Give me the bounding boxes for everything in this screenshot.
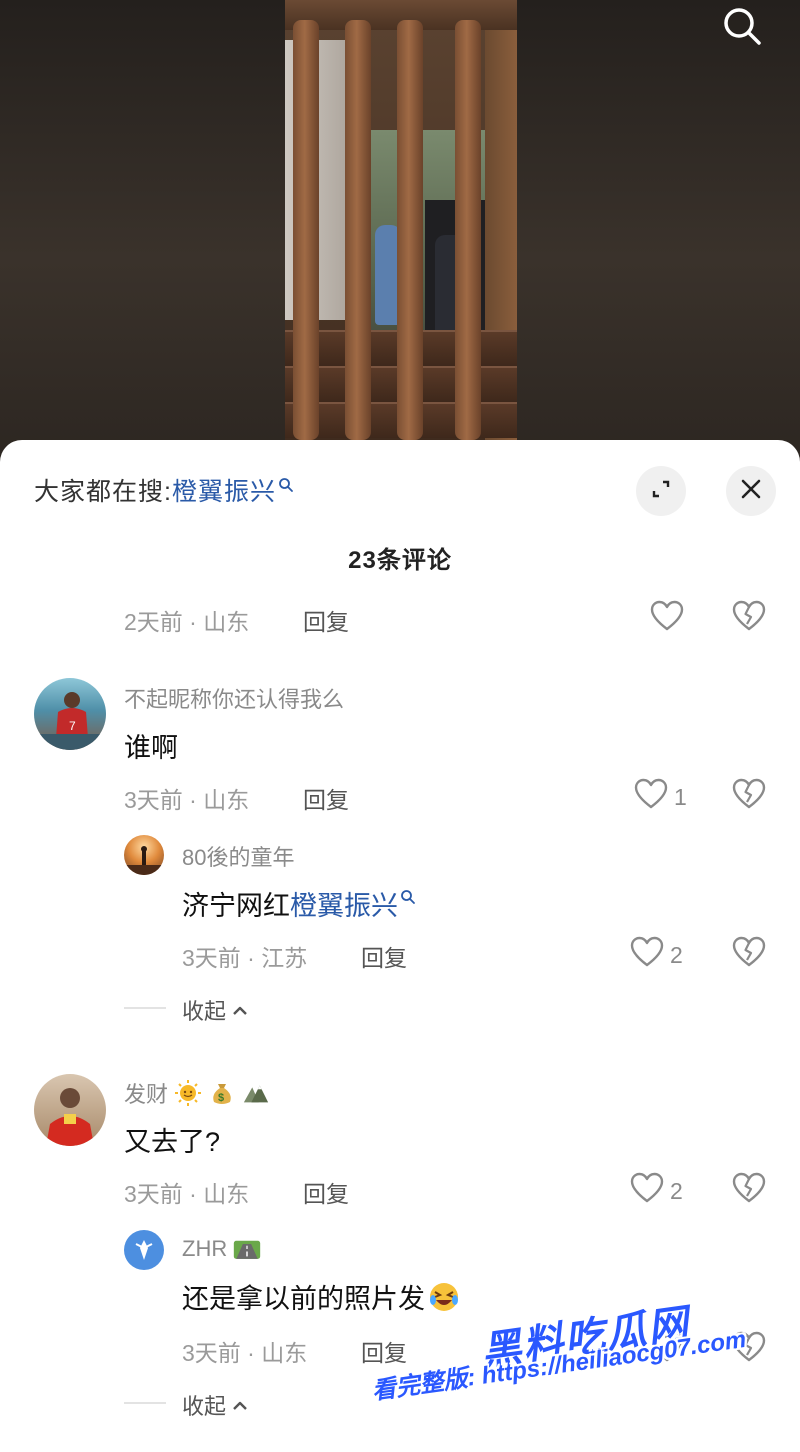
avatar[interactable]: 7 (34, 678, 106, 750)
comment-count-title: 23条评论 (348, 547, 452, 574)
expand-button[interactable] (636, 466, 686, 516)
svg-text:$: $ (218, 1092, 224, 1104)
like-button[interactable]: 2 (630, 1172, 683, 1210)
comment-item: 2天前 · 山东 回复 (0, 600, 800, 640)
mountain-emoji-icon (242, 1079, 270, 1107)
trending-search-prefix: 大家都在搜: (34, 478, 172, 506)
road-emoji-icon (233, 1235, 261, 1263)
comment-meta: 2天前 · 山东 (124, 609, 250, 635)
broken-heart-icon (732, 1172, 766, 1208)
reply-button[interactable]: 回复 (303, 1175, 349, 1209)
collapse-label: 收起 (182, 1394, 227, 1419)
rolling-laughing-emoji-icon (427, 1280, 461, 1314)
comment-text: 谁啊 (124, 733, 178, 763)
chevron-up-icon (232, 1392, 248, 1418)
reply-meta: 3天前 · 山东 (182, 1340, 308, 1366)
comment-username[interactable]: 发财 $ (124, 1077, 270, 1109)
close-button[interactable] (726, 466, 776, 516)
reply-username-text: ZHR (182, 1236, 228, 1261)
comment-meta: 3天前 · 山东 (124, 1181, 250, 1207)
reply-button[interactable]: 回复 (361, 939, 407, 973)
reply-username[interactable]: 80後的童年 (182, 840, 294, 872)
reply-text: 还是拿以前的照片发 (182, 1277, 461, 1316)
comment-sheet-header: 大家都在搜: 橙翼振兴 (0, 440, 800, 540)
reply-username[interactable]: ZHR (182, 1235, 261, 1263)
avatar[interactable] (124, 835, 164, 875)
svg-text:7: 7 (69, 719, 76, 733)
heart-icon (634, 778, 668, 816)
like-count: 2 (670, 1177, 683, 1204)
video-baluster (345, 20, 371, 440)
video-frame (285, 0, 517, 440)
video-player[interactable] (0, 0, 800, 470)
video-baluster (293, 20, 319, 440)
reply-text-content: 还是拿以前的照片发 (182, 1284, 425, 1314)
avatar[interactable] (124, 1230, 164, 1270)
reply-text: 济宁网红 橙翼振兴 (182, 884, 416, 923)
broken-heart-icon (732, 778, 766, 814)
heart-icon (650, 600, 684, 638)
heart-icon (630, 1172, 664, 1210)
comment-item: 7 不起昵称你还认得我么 谁啊 3天前 · 山东 回复 1 80後的童年 济宁网… (0, 670, 800, 1030)
video-baluster (397, 20, 423, 440)
like-button[interactable]: 1 (634, 778, 687, 816)
reply-button[interactable]: 回复 (303, 781, 349, 815)
heart-icon (630, 936, 664, 974)
search-icon[interactable] (720, 4, 764, 48)
comment-username-text: 发财 (124, 1082, 169, 1107)
reply-button[interactable]: 回复 (303, 603, 349, 637)
reply-text-link[interactable]: 橙翼振兴 (290, 884, 398, 923)
small-search-icon (400, 881, 416, 912)
trending-search-keyword[interactable]: 橙翼振兴 (172, 472, 276, 508)
collapse-divider (124, 1402, 166, 1404)
comment-meta: 3天前 · 山东 (124, 787, 250, 813)
dislike-button[interactable] (732, 600, 766, 637)
broken-heart-icon (732, 600, 766, 636)
comment-text: 又去了? (124, 1127, 221, 1157)
collapse-label: 收起 (182, 999, 227, 1024)
dislike-button[interactable] (732, 778, 766, 815)
sun-emoji-icon (174, 1079, 202, 1107)
like-button[interactable]: 2 (630, 936, 683, 974)
expand-icon (650, 478, 672, 505)
chevron-up-icon (232, 997, 248, 1023)
trending-search-hint[interactable]: 大家都在搜: 橙翼振兴 (34, 472, 294, 508)
collapse-divider (124, 1007, 166, 1009)
broken-heart-icon (732, 936, 766, 972)
reply-button[interactable]: 回复 (361, 1334, 407, 1368)
reply-meta: 3天前 · 江苏 (182, 945, 308, 971)
comment-username[interactable]: 不起昵称你还认得我么 (124, 682, 344, 714)
dislike-button[interactable] (732, 1172, 766, 1209)
like-button[interactable] (650, 600, 684, 638)
small-search-icon (278, 471, 294, 500)
reply-text-prefix: 济宁网红 (182, 891, 290, 921)
close-icon (740, 478, 762, 505)
collapse-replies-button[interactable]: 收起 (182, 994, 248, 1026)
like-count: 2 (670, 941, 683, 968)
money-bag-emoji-icon: $ (208, 1079, 236, 1107)
like-count: 1 (674, 783, 687, 810)
dislike-button[interactable] (732, 936, 766, 973)
video-baluster (455, 20, 481, 440)
avatar[interactable] (34, 1074, 106, 1146)
collapse-replies-button[interactable]: 收起 (182, 1389, 248, 1421)
